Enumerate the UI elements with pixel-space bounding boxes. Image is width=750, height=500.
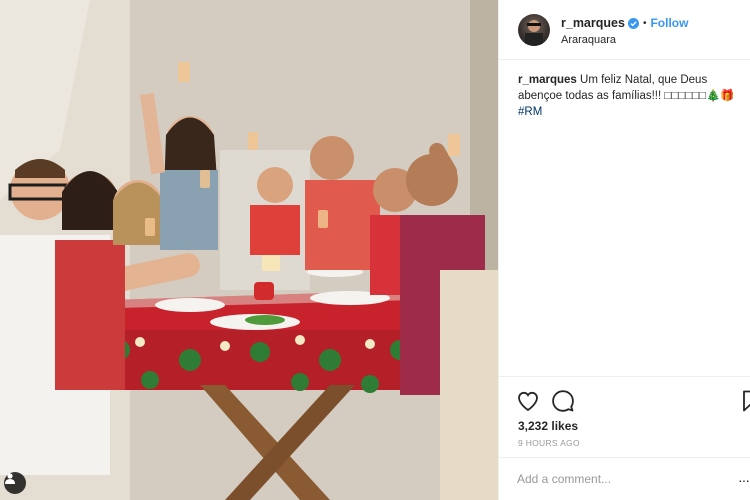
christmas-dinner-illustration [0, 0, 498, 500]
heart-icon[interactable] [516, 389, 540, 413]
username-link[interactable]: r_marques [561, 16, 625, 30]
comment-box: ··· [499, 457, 750, 500]
post-caption: r_marques Um feliz Natal, que Deus abenç… [518, 72, 742, 120]
post-actions: 3,232 likes 9 HOURS AGO ··· [499, 376, 750, 500]
hashtag-link[interactable]: #RM [518, 104, 742, 120]
verified-badge-icon [627, 17, 639, 29]
caption-username[interactable]: r_marques [518, 74, 577, 86]
post-header: r_marques • Follow Araraquara [499, 0, 750, 60]
location-link[interactable]: Araraquara [561, 34, 616, 46]
post-photo[interactable] [0, 0, 498, 500]
avatar[interactable] [518, 14, 550, 46]
bookmark-icon[interactable] [739, 389, 750, 413]
comment-input[interactable] [517, 470, 717, 488]
likes-count[interactable]: 3,232 likes [518, 419, 578, 433]
person-icon[interactable] [4, 472, 26, 494]
post-side-panel: r_marques • Follow Araraquara r_marques … [498, 0, 750, 500]
follow-button[interactable]: Follow [650, 16, 688, 30]
username-row: r_marques • Follow [561, 16, 688, 30]
more-options-icon[interactable]: ··· [738, 472, 750, 488]
post-timestamp: 9 HOURS AGO [518, 438, 580, 448]
speech-bubble-icon[interactable] [551, 389, 575, 413]
separator-dot: • [642, 17, 647, 29]
